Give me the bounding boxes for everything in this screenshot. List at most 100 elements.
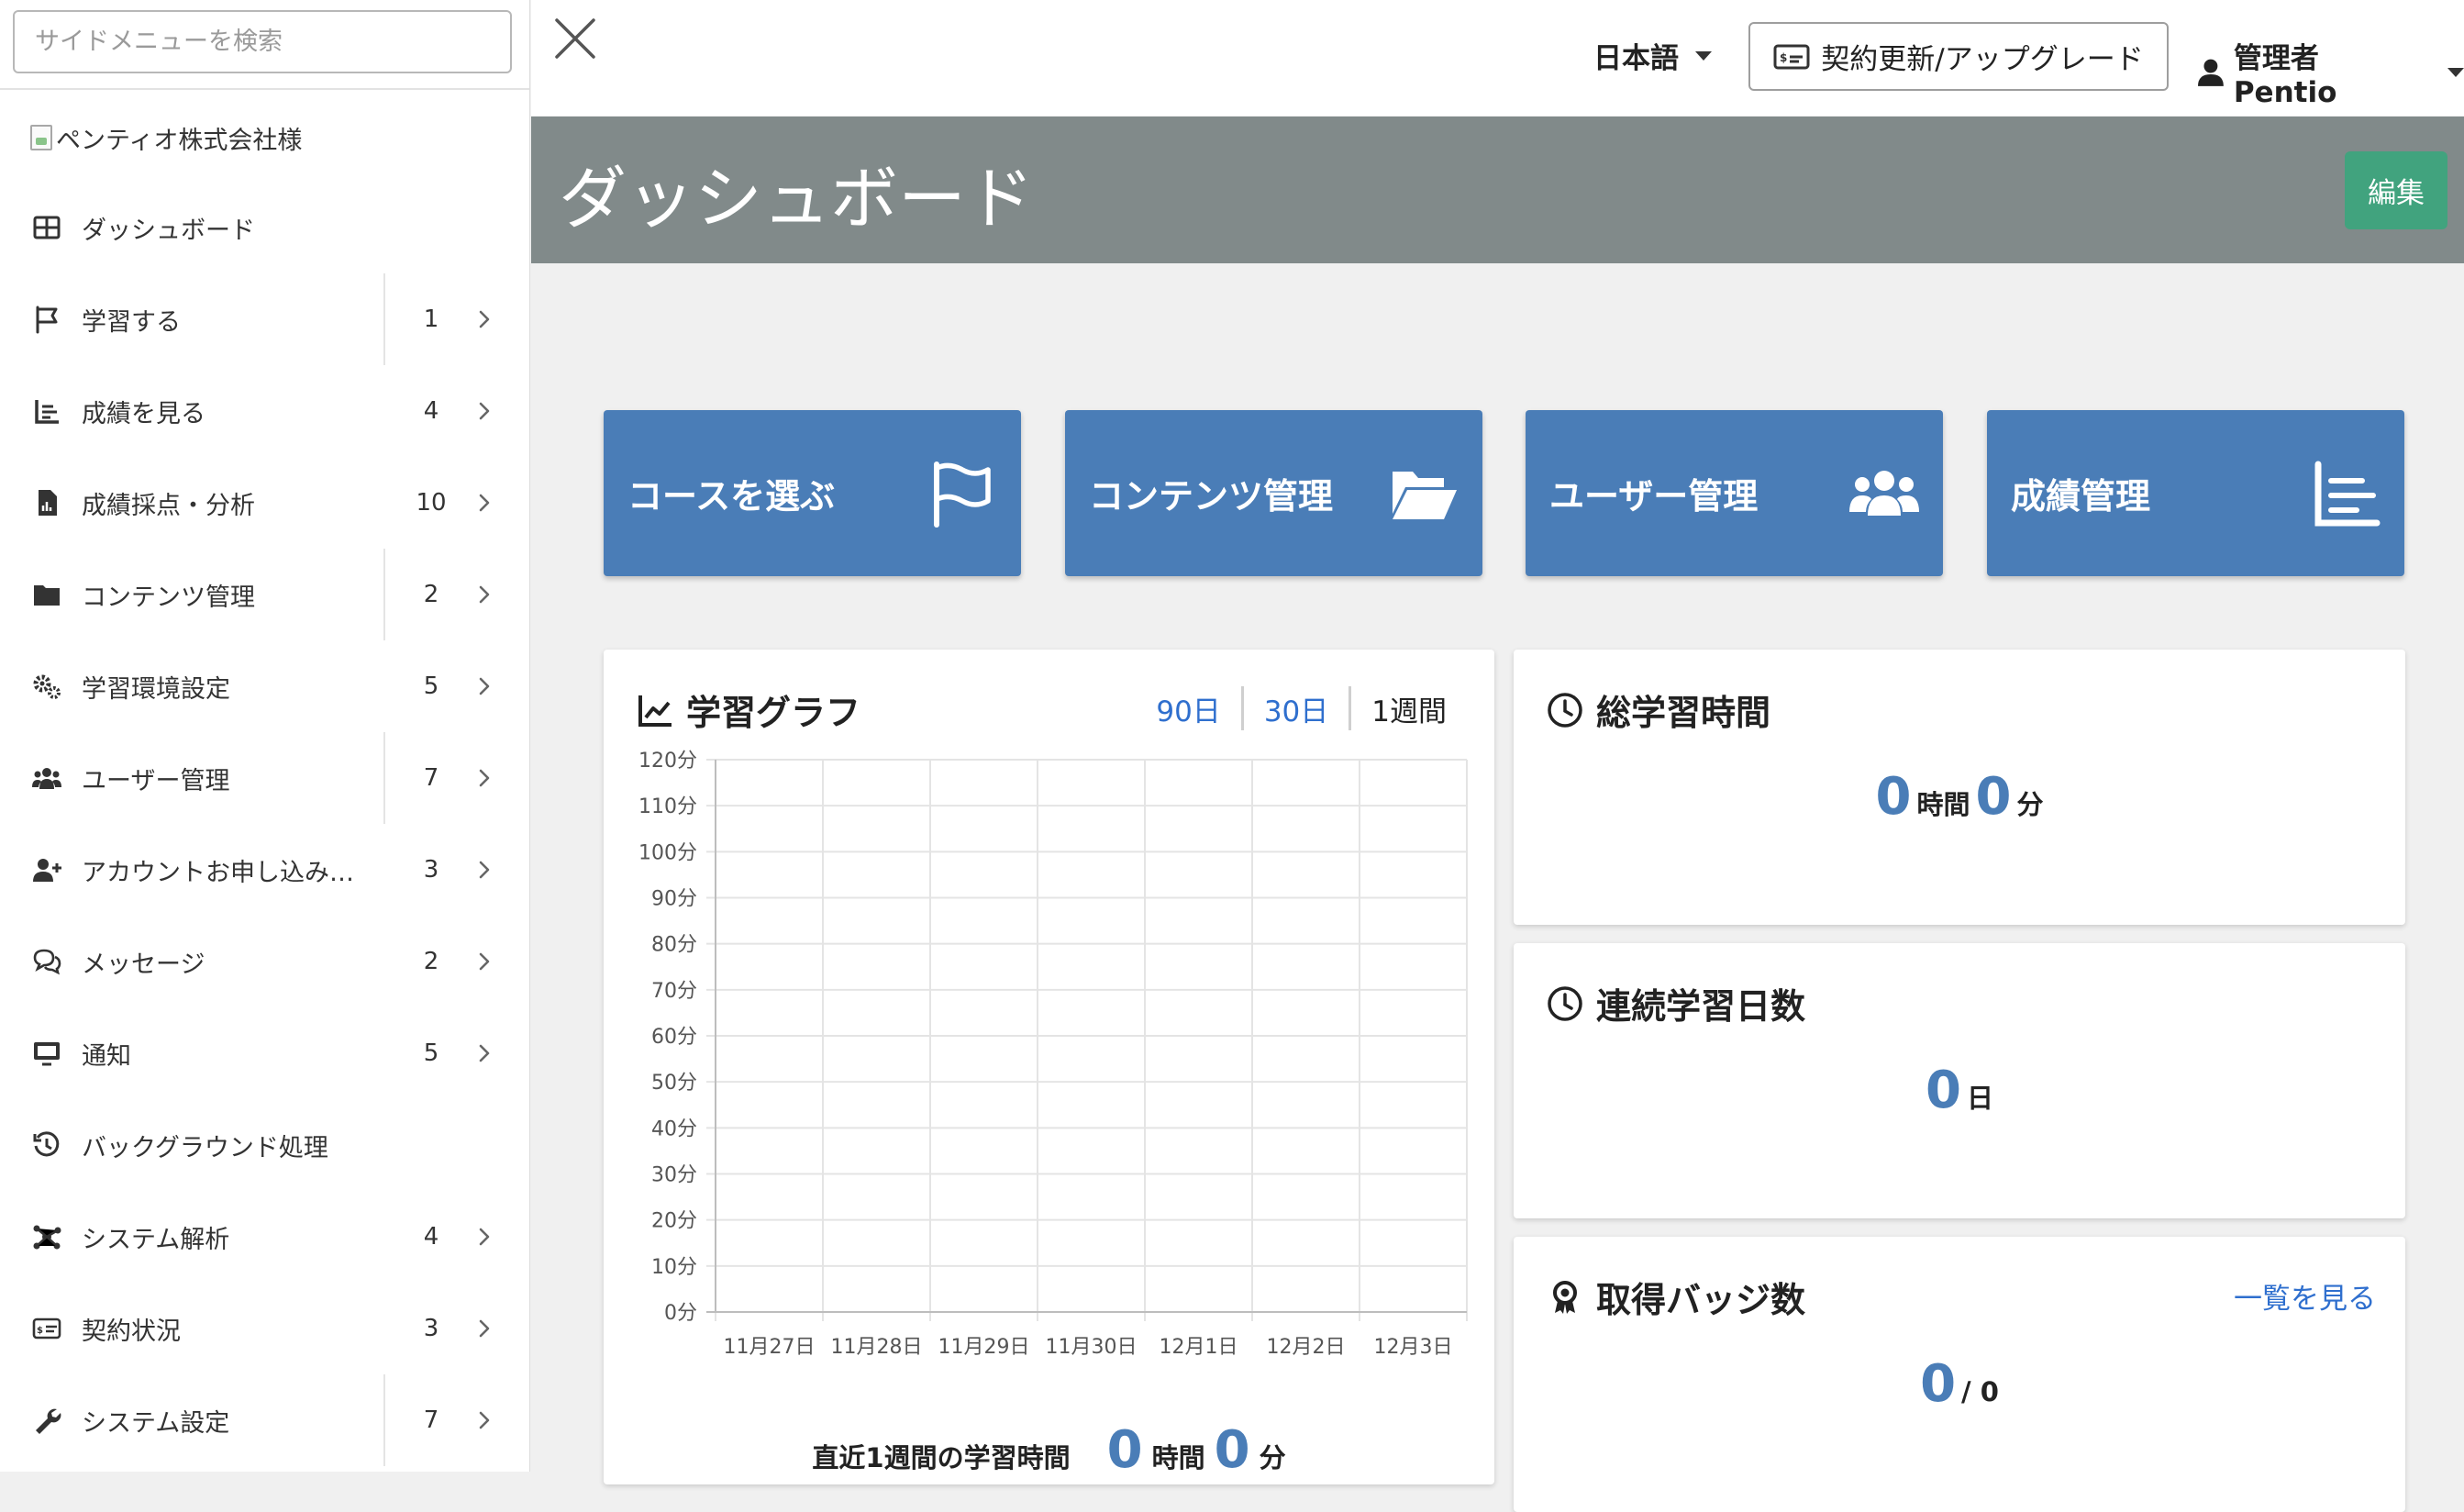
sidebar-item-count: 1: [423, 306, 439, 333]
sidebar-item-label: システム設定: [82, 1408, 230, 1438]
total-hours-value: 0: [1875, 767, 1912, 827]
close-sidebar-button[interactable]: [551, 15, 599, 62]
broken-image-icon: [30, 125, 52, 150]
learning-chart: 0分 10分 20分 30分 40分 50分 60分 70分 80分 90分 100分 110分 120…: [638, 750, 1468, 1359]
tile-label: 成績管理: [2011, 476, 2151, 517]
sidebar-item-label: 成績採点・分析: [82, 491, 255, 520]
sidebar-item[interactable]: 成績を見る 4: [0, 365, 529, 457]
y-tick-label: 90分: [651, 888, 697, 911]
sidebar-item[interactable]: ダッシュボード: [0, 182, 529, 273]
edit-button[interactable]: 編集: [2345, 151, 2447, 229]
hours-unit: 時間: [1151, 1442, 1205, 1473]
language-selector[interactable]: 日本語: [1593, 35, 1712, 76]
sidebar-item[interactable]: 通知 5: [0, 1007, 529, 1099]
chevron-right-icon[interactable]: [473, 1409, 495, 1431]
sidebar-item[interactable]: バックグラウンド処理: [0, 1099, 529, 1191]
sidebar-item-label: 通知: [82, 1041, 131, 1071]
sidebar-item-count: 10: [416, 489, 447, 517]
close-icon: [555, 18, 595, 59]
user-name: 管理者 Pentio: [2233, 42, 2337, 109]
chevron-right-icon[interactable]: [473, 1042, 495, 1064]
sidebar-item[interactable]: システム設定 7: [0, 1374, 529, 1466]
file-chart-icon: [31, 487, 62, 518]
comments-icon: [31, 946, 62, 977]
chevron-right-icon[interactable]: [473, 951, 495, 973]
tile-grade-management[interactable]: 成績管理: [1987, 410, 2404, 576]
sidebar-item-count: 5: [423, 1040, 439, 1067]
y-tick-label: 20分: [651, 1210, 697, 1233]
total-time-title: 総学習時間: [1596, 693, 1771, 733]
table-grid-icon: [31, 212, 62, 243]
sidebar-item-count: 3: [423, 856, 439, 884]
chevron-right-icon[interactable]: [473, 859, 495, 881]
chevron-right-icon[interactable]: [473, 308, 495, 330]
view-badges-link[interactable]: 一覧を見る: [2234, 1275, 2376, 1317]
sidebar-item[interactable]: システム解析 4: [0, 1191, 529, 1283]
sidebar-item-label: ダッシュボード: [82, 216, 255, 245]
badges-total-value: / 0: [1961, 1376, 1999, 1407]
tile-label: コンテンツ管理: [1089, 476, 1334, 517]
sidebar-item[interactable]: ユーザー管理 7: [0, 732, 529, 824]
minutes-unit: 分: [1259, 1442, 1286, 1473]
tile-label: ユーザー管理: [1549, 476, 1759, 517]
tile-content-management[interactable]: コンテンツ管理: [1065, 410, 1482, 576]
chevron-right-icon[interactable]: [473, 1317, 495, 1340]
y-tick-label: 0分: [664, 1302, 697, 1325]
sidebar-search-input[interactable]: [13, 10, 512, 73]
org-logo[interactable]: ペンティオ株式会社様: [30, 117, 302, 158]
chevron-right-icon[interactable]: [473, 675, 495, 697]
flag-icon: [31, 304, 62, 335]
tile-label: コースを選ぶ: [627, 476, 836, 517]
tile-select-course[interactable]: コースを選ぶ: [604, 410, 1021, 576]
sidebar-item[interactable]: コンテンツ管理 2: [0, 549, 529, 640]
users-icon: [31, 762, 62, 794]
upgrade-label: 契約更新/アップグレード: [1821, 43, 2144, 76]
y-tick-label: 50分: [651, 1072, 697, 1095]
streak-days-value: 0: [1926, 1061, 1961, 1120]
chevron-right-icon[interactable]: [473, 584, 495, 606]
y-tick-label: 100分: [638, 841, 697, 864]
page-header: ダッシュボード 編集: [531, 117, 2464, 263]
page-title: ダッシュボード: [559, 160, 1034, 239]
tile-user-management[interactable]: ユーザー管理: [1526, 410, 1943, 576]
x-tick-label: 12月2日: [1267, 1336, 1346, 1359]
x-tick-label: 11月27日: [724, 1336, 816, 1359]
y-tick-label: 10分: [651, 1256, 697, 1279]
language-label: 日本語: [1593, 42, 1679, 75]
badges-earned-value: 0: [1920, 1354, 1957, 1414]
sidebar-item[interactable]: メッセージ 2: [0, 916, 529, 1007]
sidebar-item-label: バックグラウンド処理: [82, 1133, 328, 1162]
upgrade-button[interactable]: $ 契約更新/アップグレード: [1748, 22, 2169, 91]
chevron-right-icon[interactable]: [473, 492, 495, 514]
gears-icon: [31, 671, 62, 702]
org-name: ペンティオ株式会社様: [56, 126, 303, 155]
card-title: 総学習時間: [1547, 684, 1770, 735]
sidebar-item[interactable]: アカウントお申し込み… 3: [0, 824, 529, 916]
y-tick-label: 120分: [638, 750, 697, 773]
sidebar-item[interactable]: 成績採点・分析 10: [0, 457, 529, 549]
sidebar-item-label: システム解析: [82, 1225, 230, 1254]
y-tick-label: 40分: [651, 1117, 697, 1140]
sidebar-item[interactable]: $ 契約状況 3: [0, 1283, 529, 1374]
clock-icon: [1548, 692, 1582, 728]
weekly-minutes-value: 0: [1214, 1420, 1250, 1480]
sidebar-item[interactable]: 学習する 1: [0, 273, 529, 365]
sidebar-item-count: 4: [423, 1223, 439, 1251]
badges-card: 取得バッジ数 一覧を見る 0 / 0: [1514, 1237, 2405, 1512]
sidebar-item-label: 学習環境設定: [82, 674, 230, 704]
sidebar-item[interactable]: 学習環境設定 5: [0, 640, 529, 732]
sidebar-item-count: 2: [423, 948, 439, 975]
card-title: 取得バッジ数: [1547, 1272, 1805, 1322]
svg-text:$: $: [37, 1326, 43, 1336]
sidebar-item-count: 7: [423, 764, 439, 792]
chevron-right-icon[interactable]: [473, 1226, 495, 1248]
sidebar-item-count: 4: [423, 397, 439, 425]
chevron-right-icon[interactable]: [473, 767, 495, 789]
sidebar-item-count: 3: [423, 1315, 439, 1342]
x-tick-label: 11月30日: [1046, 1336, 1138, 1359]
streak-value: 0 日: [1514, 1061, 2405, 1120]
user-menu[interactable]: 管理者 Pentio: [2197, 35, 2464, 109]
license-card-icon: $: [1773, 44, 1810, 69]
minutes-unit: 分: [2016, 789, 2044, 820]
chevron-right-icon[interactable]: [473, 400, 495, 422]
